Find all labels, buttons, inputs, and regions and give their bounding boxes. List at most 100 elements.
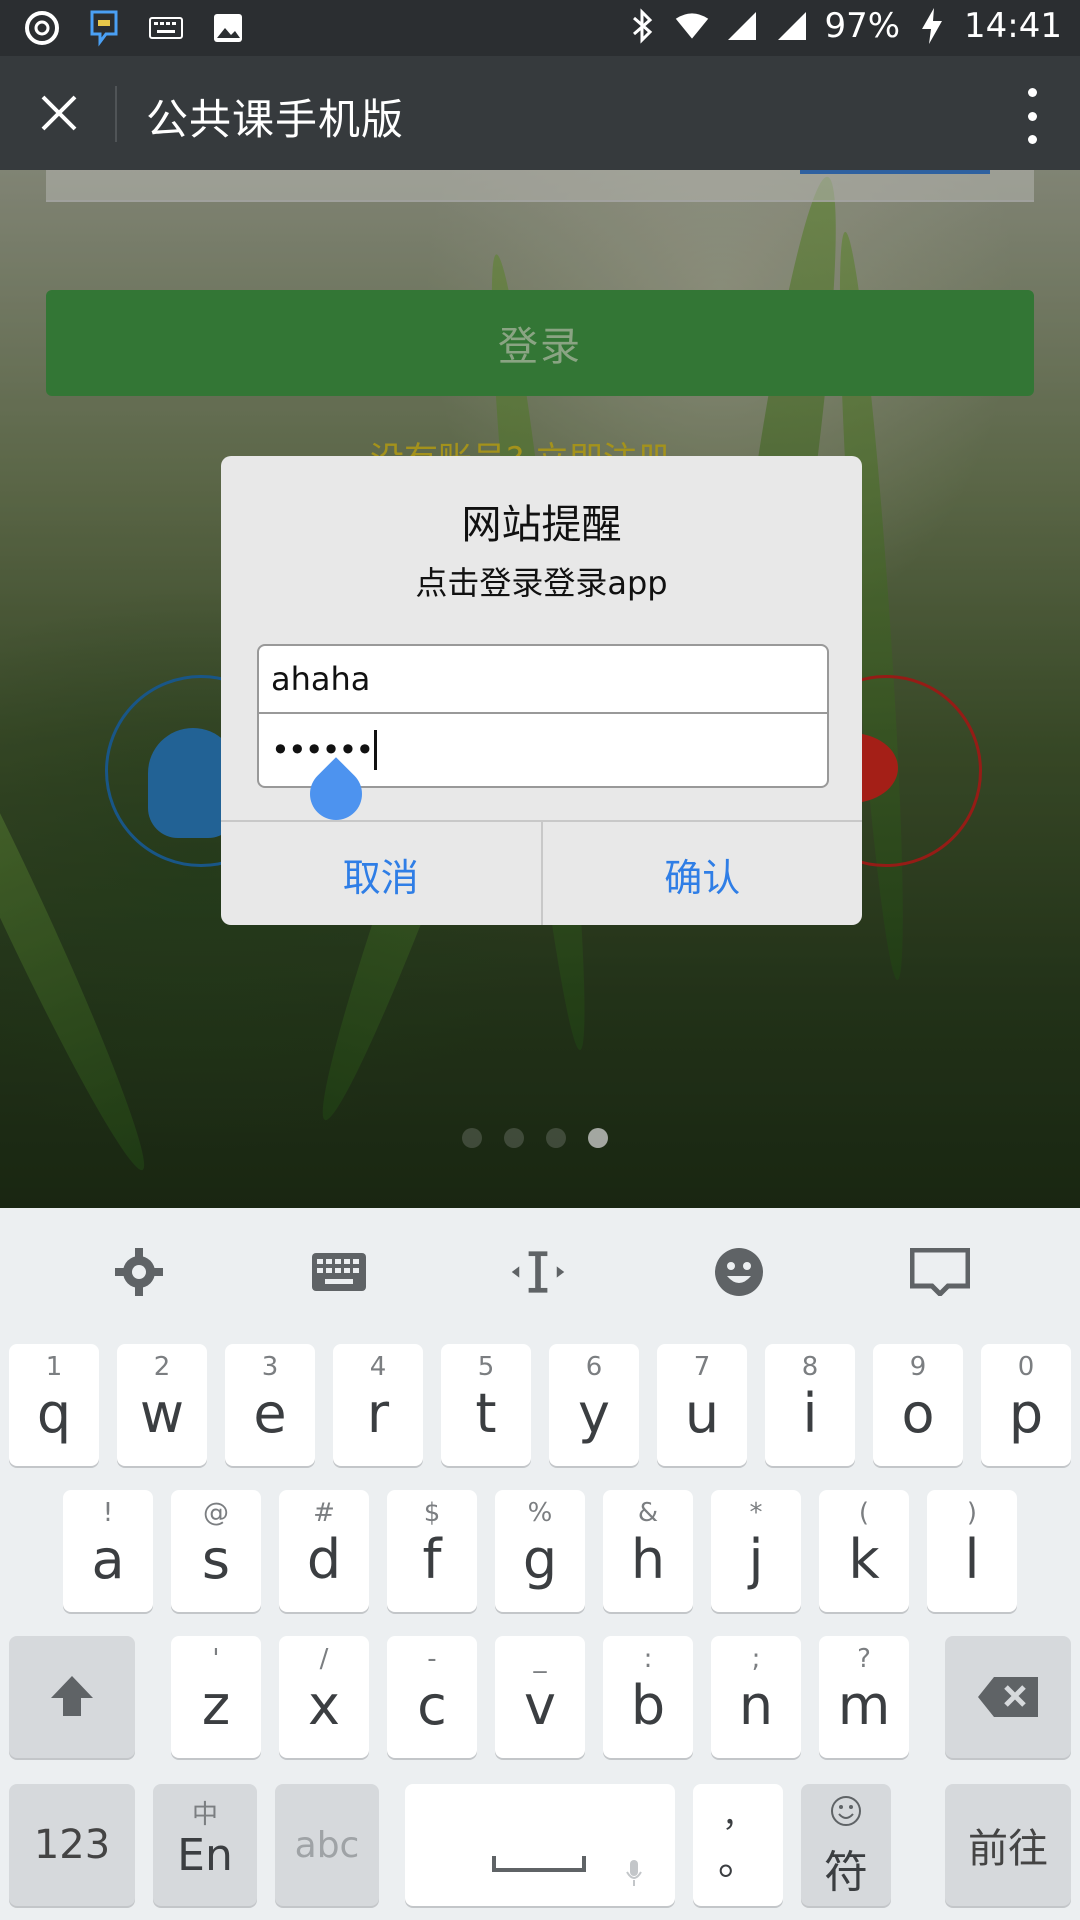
- key-sub: _: [533, 1644, 547, 1674]
- more-options-button[interactable]: [1010, 88, 1054, 144]
- more-dot-icon: [1027, 88, 1037, 97]
- bluetooth-icon: [624, 6, 660, 46]
- key-a[interactable]: ! a: [63, 1490, 153, 1612]
- key-sub: 9: [909, 1352, 927, 1382]
- key-label: o: [901, 1382, 935, 1445]
- key-sub: ?: [857, 1644, 871, 1674]
- microphone-icon: [626, 1860, 642, 1886]
- cancel-button[interactable]: 取消: [221, 822, 541, 925]
- punctuation-key[interactable]: ， 。: [693, 1784, 783, 1906]
- shift-icon: [51, 1676, 93, 1716]
- signal-icon-2: [774, 6, 810, 46]
- image-status-icon: [210, 8, 246, 48]
- key-label: v: [524, 1674, 556, 1737]
- key-d[interactable]: # d: [279, 1490, 369, 1612]
- prompt-dialog: 网站提醒 点击登录登录app ahaha •••••• 取消 确认: [221, 456, 862, 925]
- netease-music-icon: [24, 8, 60, 48]
- key-u[interactable]: 7u: [657, 1344, 747, 1466]
- key-g[interactable]: % g: [495, 1490, 585, 1612]
- key-m[interactable]: ? m: [819, 1636, 909, 1758]
- numbers-switch-button[interactable]: 123: [9, 1784, 135, 1906]
- confirm-button[interactable]: 确认: [540, 822, 863, 925]
- key-sub: ': [212, 1644, 220, 1674]
- key-h[interactable]: & h: [603, 1490, 693, 1612]
- password-value: ••••••: [271, 731, 374, 769]
- backspace-button[interactable]: [945, 1636, 1071, 1758]
- cursor-move-button[interactable]: [508, 1246, 568, 1298]
- key-sub: :: [643, 1644, 653, 1674]
- key-sub: 2: [153, 1352, 171, 1382]
- key-sub: /: [319, 1644, 329, 1674]
- key-x[interactable]: / x: [279, 1636, 369, 1758]
- key-sub: 5: [477, 1352, 495, 1382]
- username-input[interactable]: ahaha: [259, 646, 827, 714]
- key-label: z: [201, 1674, 231, 1737]
- keyboard-toolbar: [0, 1208, 1080, 1334]
- symbols-button[interactable]: 符: [801, 1784, 891, 1906]
- key-i[interactable]: 8i: [765, 1344, 855, 1466]
- key-label: l: [964, 1528, 980, 1591]
- key-label: m: [837, 1674, 891, 1737]
- key-p[interactable]: 0p: [981, 1344, 1071, 1466]
- key-j[interactable]: * j: [711, 1490, 801, 1612]
- key-label: k: [848, 1528, 880, 1591]
- key-k[interactable]: (k: [819, 1490, 909, 1612]
- emoji-button[interactable]: [709, 1246, 769, 1298]
- key-label: e: [253, 1382, 287, 1445]
- key-label: p: [1008, 1382, 1044, 1445]
- text-cursor-icon: [511, 1251, 565, 1293]
- key-o[interactable]: 9o: [873, 1344, 963, 1466]
- more-dot-icon: [1027, 135, 1037, 144]
- key-t[interactable]: 5t: [441, 1344, 531, 1466]
- dialog-title: 网站提醒: [461, 502, 622, 548]
- key-l[interactable]: ) l: [927, 1490, 1017, 1612]
- key-sub: (: [858, 1498, 870, 1528]
- keyboard-status-icon: [148, 8, 184, 48]
- app-bar-divider: [115, 86, 117, 142]
- key-r[interactable]: 4r: [333, 1344, 423, 1466]
- language-switch-button[interactable]: 中 En: [153, 1784, 257, 1906]
- key-sub: 0: [1017, 1352, 1035, 1382]
- backspace-icon: [978, 1677, 1038, 1717]
- key-label: n: [738, 1674, 774, 1737]
- emoji-icon: [715, 1248, 763, 1296]
- key-e[interactable]: 3e: [225, 1344, 315, 1466]
- key-v[interactable]: _ v: [495, 1636, 585, 1758]
- text-caret: [374, 730, 378, 770]
- key-label: r: [366, 1382, 390, 1445]
- settings-button[interactable]: [109, 1246, 169, 1298]
- key-q[interactable]: 1q: [9, 1344, 99, 1466]
- key-label: d: [306, 1528, 342, 1591]
- lang-sub-label: 中: [191, 1800, 218, 1830]
- key-y[interactable]: 6y: [549, 1344, 639, 1466]
- key-label: j: [748, 1528, 764, 1591]
- key-sub: 7: [693, 1352, 711, 1382]
- gear-icon: [115, 1248, 163, 1296]
- key-b[interactable]: :b: [603, 1636, 693, 1758]
- go-button[interactable]: 前往: [945, 1784, 1071, 1906]
- keyboard-layout-button[interactable]: [309, 1246, 369, 1298]
- key-sub: 6: [585, 1352, 603, 1382]
- key-s[interactable]: @ s: [171, 1490, 261, 1612]
- key-sub: @: [203, 1498, 229, 1528]
- shift-button[interactable]: [9, 1636, 135, 1758]
- key-label: x: [308, 1674, 340, 1737]
- lang-main-label: En: [177, 1830, 233, 1881]
- wifi-icon: [674, 6, 710, 46]
- app-bar: 公共课手机版: [0, 56, 1080, 170]
- battery-percent: 97%: [824, 6, 901, 46]
- abc-button[interactable]: abc: [275, 1784, 379, 1906]
- key-z[interactable]: ' z: [171, 1636, 261, 1758]
- close-button[interactable]: [26, 80, 92, 146]
- key-n[interactable]: ; n: [711, 1636, 801, 1758]
- key-c[interactable]: -c: [387, 1636, 477, 1758]
- key-sub: !: [102, 1498, 114, 1528]
- key-sub: -: [427, 1644, 437, 1674]
- username-value: ahaha: [271, 660, 371, 698]
- keyboard-icon: [312, 1253, 366, 1291]
- key-f[interactable]: $ f: [387, 1490, 477, 1612]
- space-bar[interactable]: [405, 1784, 675, 1906]
- hide-keyboard-button[interactable]: [910, 1246, 970, 1298]
- key-w[interactable]: 2w: [117, 1344, 207, 1466]
- close-icon: [41, 95, 77, 131]
